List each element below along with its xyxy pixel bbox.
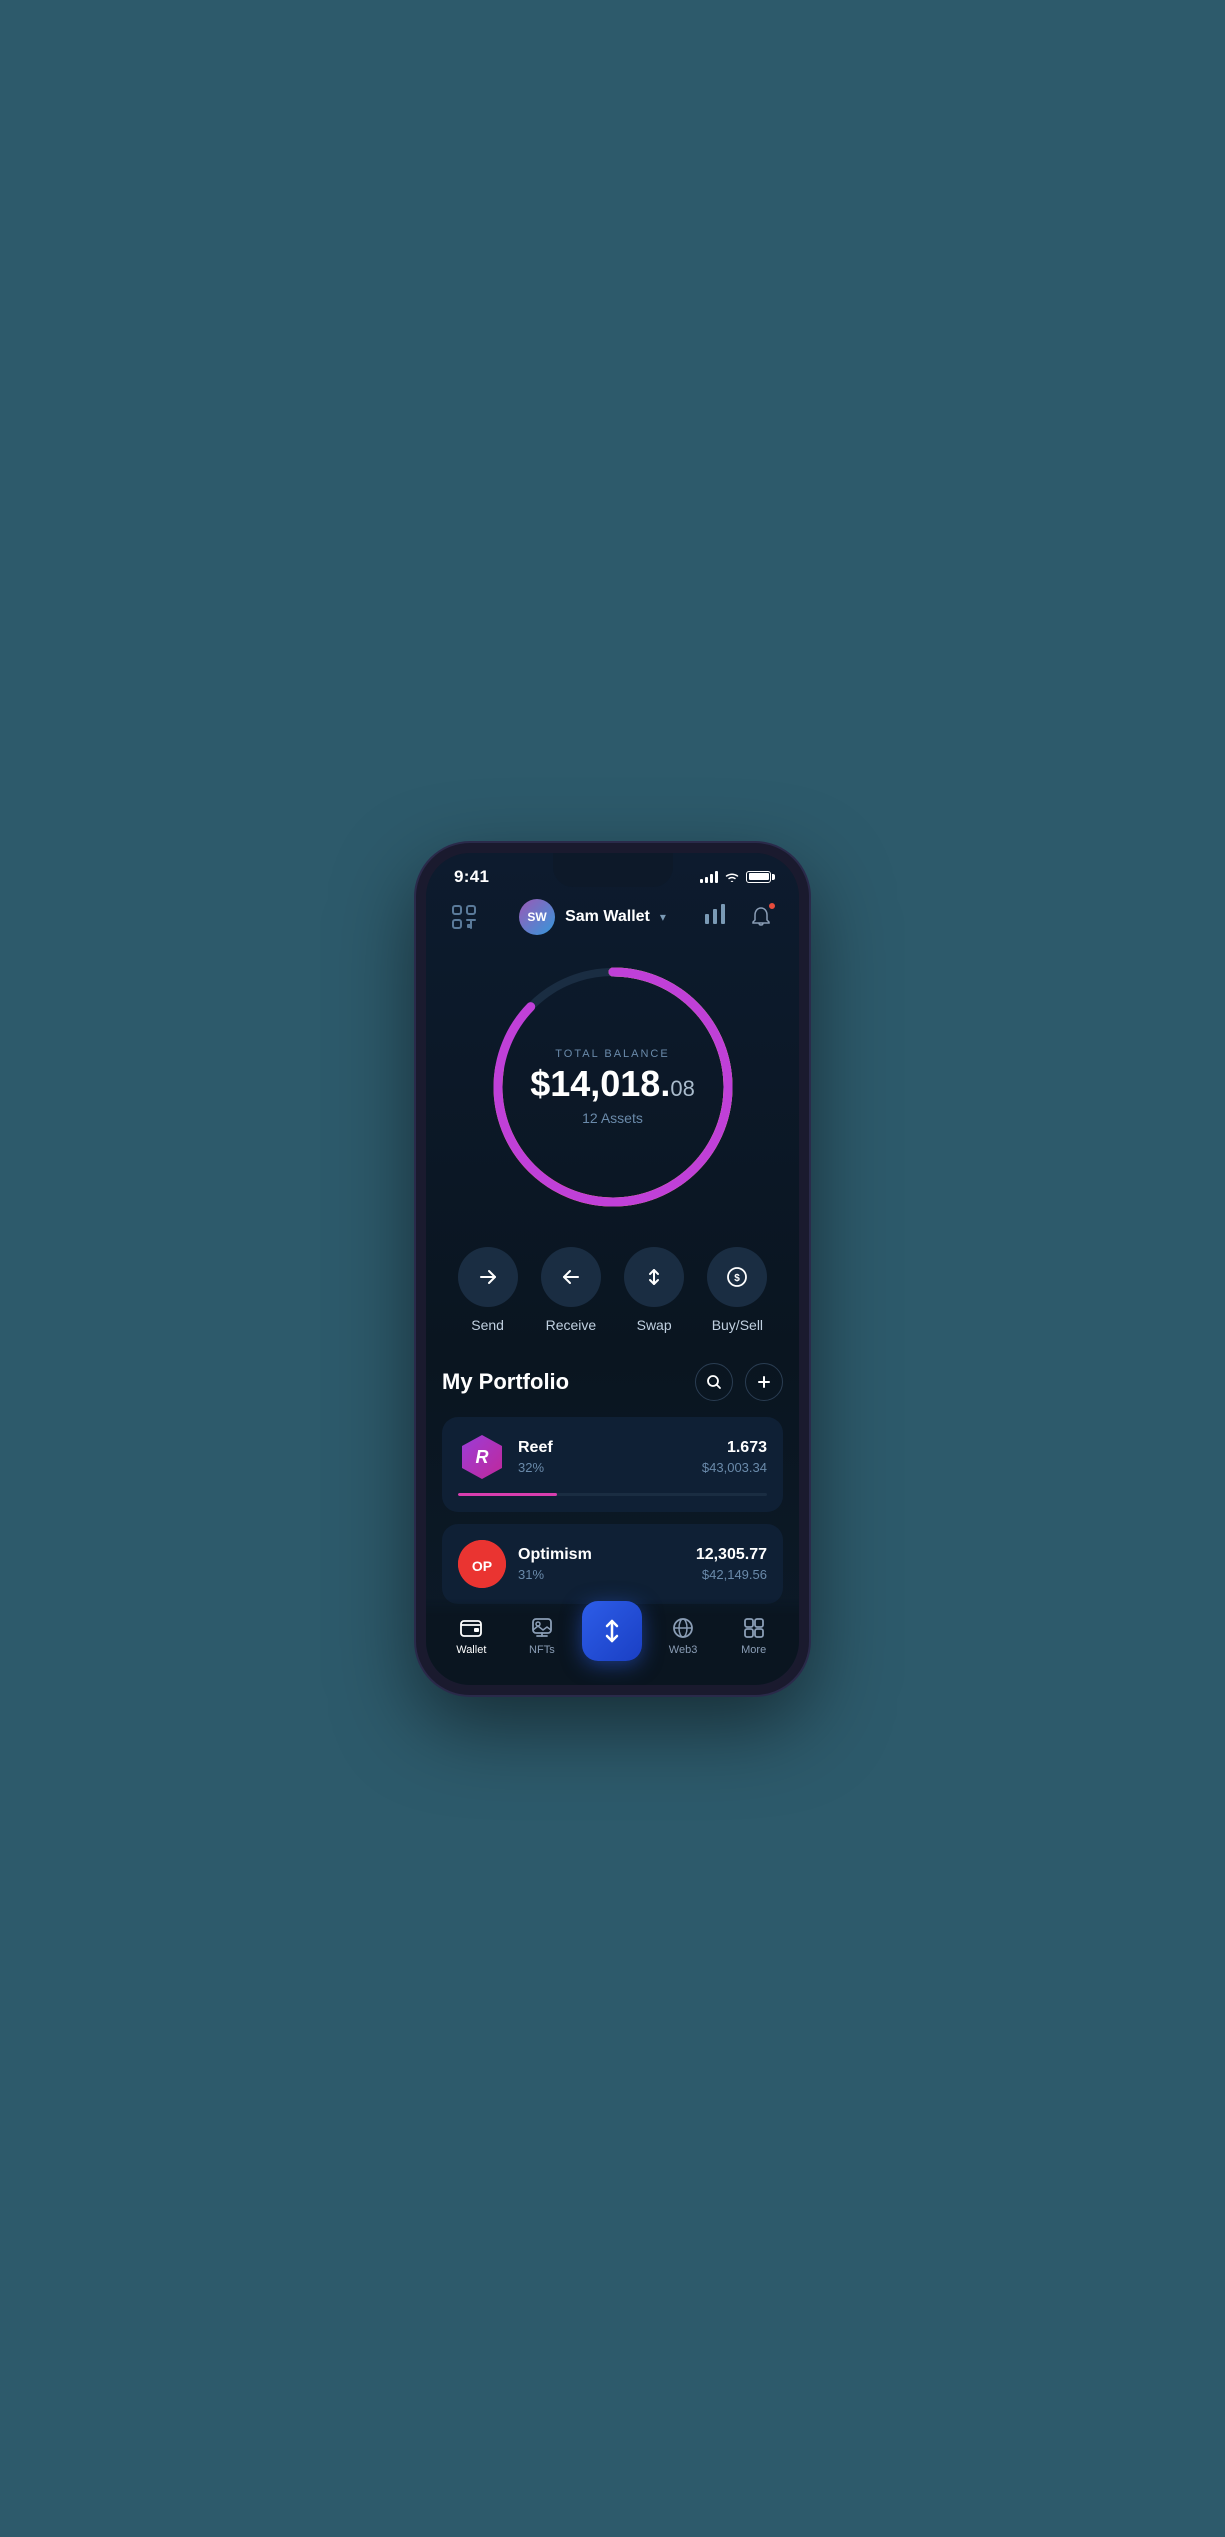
wallet-selector[interactable]: SW Sam Wallet ▾ (519, 899, 666, 935)
send-label: Send (471, 1317, 504, 1333)
notch (553, 853, 673, 887)
portfolio-actions (695, 1363, 783, 1401)
nfts-icon (530, 1616, 554, 1640)
svg-text:$: $ (735, 1273, 741, 1284)
signal-icon (700, 871, 718, 883)
avatar: SW (519, 899, 555, 935)
reef-name: Reef (518, 1439, 690, 1457)
more-label: More (741, 1644, 766, 1656)
balance-display: TOTAL BALANCE $14,018.08 12 Assets (530, 1048, 695, 1126)
reef-info: Reef 32% (518, 1439, 690, 1475)
chevron-down-icon: ▾ (660, 910, 666, 924)
optimism-icon: OP (458, 1540, 506, 1588)
scan-icon (450, 903, 478, 931)
asset-row: R Reef 32% 1.673 $43,003.34 (458, 1433, 767, 1481)
chart-icon (703, 904, 727, 924)
phone-frame: 9:41 (416, 843, 809, 1695)
receive-button[interactable]: Receive (541, 1247, 601, 1333)
nav-web3[interactable]: Web3 (653, 1616, 713, 1656)
nav-wallet[interactable]: Wallet (441, 1616, 501, 1656)
buy-sell-icon: $ (726, 1266, 748, 1288)
optimism-name: Optimism (518, 1546, 684, 1564)
nav-items: Wallet NFTs (426, 1611, 799, 1661)
portfolio-circle-section: TOTAL BALANCE $14,018.08 12 Assets (426, 947, 799, 1237)
bottom-navigation: Wallet NFTs (426, 1599, 799, 1685)
notification-badge (767, 901, 777, 911)
asset-card-reef[interactable]: R Reef 32% 1.673 $43,003.34 (442, 1417, 783, 1512)
header: SW Sam Wallet ▾ (426, 895, 799, 947)
chart-button[interactable] (703, 904, 727, 929)
add-asset-button[interactable] (745, 1363, 783, 1401)
send-icon (477, 1266, 499, 1288)
phone-screen: 9:41 (426, 853, 799, 1685)
swap-button[interactable]: Swap (624, 1247, 684, 1333)
svg-text:OP: OP (472, 1558, 492, 1574)
balance-ring: TOTAL BALANCE $14,018.08 12 Assets (483, 957, 743, 1217)
search-button[interactable] (695, 1363, 733, 1401)
buy-sell-button[interactable]: $ Buy/Sell (707, 1247, 767, 1333)
buy-sell-label: Buy/Sell (712, 1317, 763, 1333)
swap-icon-circle (624, 1247, 684, 1307)
status-icons (700, 871, 771, 883)
portfolio-header: My Portfolio (442, 1363, 783, 1401)
reef-values: 1.673 $43,003.34 (702, 1439, 767, 1475)
optimism-usd: $42,149.56 (696, 1567, 767, 1582)
balance-amount: $14,018.08 (530, 1066, 695, 1102)
reef-icon: R (458, 1433, 506, 1481)
battery-icon (746, 871, 771, 883)
web3-label: Web3 (669, 1644, 698, 1656)
asset-card-optimism[interactable]: OP Optimism 31% 12,305.77 $42,149.56 (442, 1524, 783, 1604)
reef-percent: 32% (518, 1460, 690, 1475)
scan-button[interactable] (446, 899, 482, 935)
notification-button[interactable] (743, 899, 779, 935)
plus-icon (756, 1374, 772, 1390)
wifi-icon (724, 871, 740, 883)
receive-icon (560, 1266, 582, 1288)
status-time: 9:41 (454, 867, 489, 887)
balance-label: TOTAL BALANCE (530, 1048, 695, 1060)
optimism-amount: 12,305.77 (696, 1546, 767, 1564)
wallet-icon (459, 1616, 483, 1640)
web3-icon (671, 1616, 695, 1640)
nav-nfts[interactable]: NFTs (512, 1616, 572, 1656)
action-buttons: Send Receive (426, 1237, 799, 1363)
svg-text:R: R (476, 1447, 489, 1467)
optimism-percent: 31% (518, 1567, 684, 1582)
center-action-icon (598, 1617, 626, 1645)
search-icon (706, 1374, 722, 1390)
send-button[interactable]: Send (458, 1247, 518, 1333)
swap-icon (643, 1266, 665, 1288)
reef-progress-fill (458, 1493, 557, 1496)
reef-usd: $43,003.34 (702, 1460, 767, 1475)
wallet-name: Sam Wallet (565, 908, 650, 926)
header-right (703, 899, 779, 935)
asset-row: OP Optimism 31% 12,305.77 $42,149.56 (458, 1540, 767, 1588)
assets-count: 12 Assets (530, 1110, 695, 1126)
optimism-info: Optimism 31% (518, 1546, 684, 1582)
wallet-label: Wallet (456, 1644, 486, 1656)
portfolio-title: My Portfolio (442, 1369, 569, 1395)
portfolio-section: My Portfolio (426, 1363, 799, 1604)
reef-progress-bar (458, 1493, 767, 1496)
more-icon (742, 1616, 766, 1640)
nav-more[interactable]: More (724, 1616, 784, 1656)
receive-icon-circle (541, 1247, 601, 1307)
reef-amount: 1.673 (702, 1439, 767, 1457)
nfts-label: NFTs (529, 1644, 555, 1656)
send-icon-circle (458, 1247, 518, 1307)
optimism-values: 12,305.77 $42,149.56 (696, 1546, 767, 1582)
receive-label: Receive (546, 1317, 597, 1333)
nav-center-button[interactable] (582, 1601, 642, 1661)
buy-sell-icon-circle: $ (707, 1247, 767, 1307)
swap-label: Swap (637, 1317, 672, 1333)
